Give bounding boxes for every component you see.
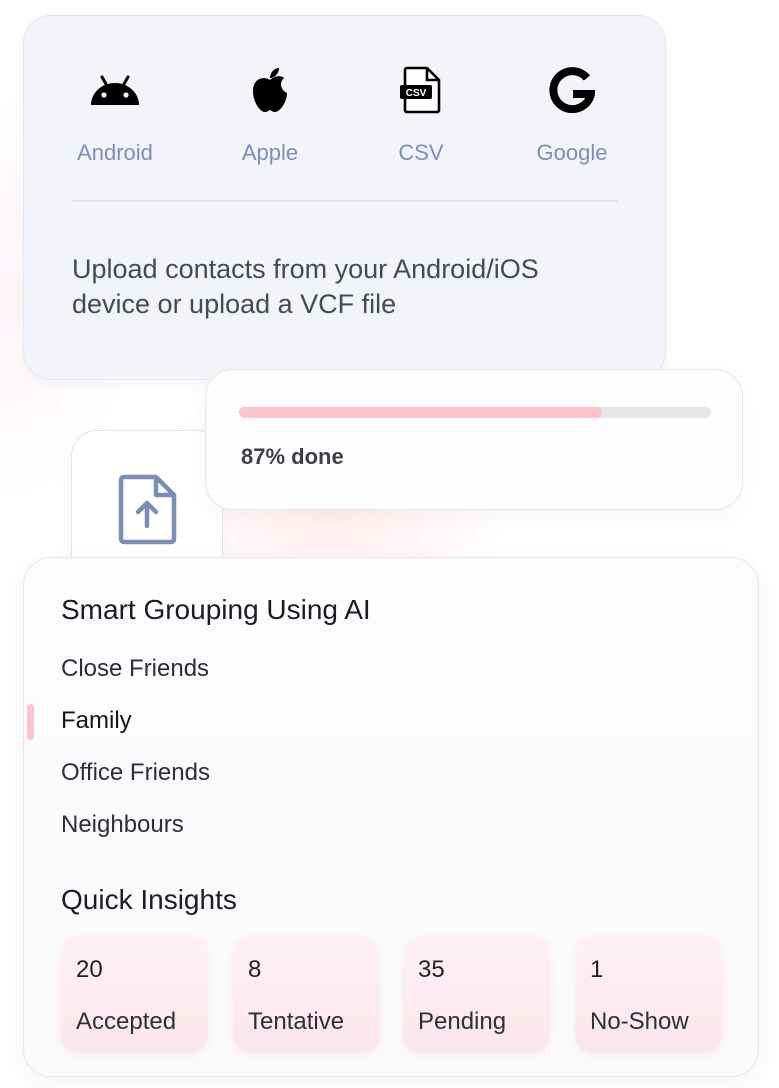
import-sources-card: Android Apple CSV CSV Google Upload cont…: [23, 15, 666, 380]
insight-label: Pending: [418, 1008, 507, 1035]
apple-icon: [195, 60, 345, 120]
upload-progress-card: 87% done: [205, 369, 743, 510]
grouping-title: Smart Grouping Using AI: [61, 594, 371, 625]
source-list: Android Apple CSV CSV Google: [24, 16, 665, 186]
description-line: device or upload a VCF file: [72, 289, 397, 319]
source-google[interactable]: Google: [497, 60, 647, 166]
insights-title: Quick Insights: [61, 884, 237, 915]
source-label: CSV: [398, 140, 444, 165]
insight-pending[interactable]: 35 Pending: [403, 936, 550, 1053]
google-icon: [497, 60, 647, 120]
description-line: Upload contacts from your Android/iOS: [72, 254, 539, 284]
source-label: Apple: [241, 140, 299, 165]
insight-label: No-Show: [590, 1008, 689, 1035]
file-upload-icon: [116, 473, 180, 550]
csv-badge-text: CSV: [406, 88, 427, 99]
smart-grouping-card: Smart Grouping Using AI Close Friends Fa…: [23, 557, 759, 1077]
active-group-indicator: [27, 704, 34, 740]
insight-value: 35: [418, 956, 445, 983]
progress-status: 87% done: [241, 444, 344, 469]
csv-file-icon: CSV: [346, 60, 496, 120]
insight-value: 20: [76, 956, 103, 983]
insight-value: 8: [248, 956, 262, 983]
insight-no-show[interactable]: 1 No-Show: [575, 936, 722, 1053]
import-description: Upload contacts from your Android/iOS de…: [72, 252, 632, 322]
source-android[interactable]: Android: [40, 60, 190, 166]
group-item-close-friends[interactable]: Close Friends: [61, 655, 209, 683]
group-item-family[interactable]: Family: [61, 707, 132, 735]
insight-tentative[interactable]: 8 Tentative: [233, 936, 380, 1053]
group-item-neighbours[interactable]: Neighbours: [61, 811, 184, 839]
group-item-office-friends[interactable]: Office Friends: [61, 759, 210, 787]
divider: [72, 200, 618, 202]
android-icon: [40, 60, 190, 120]
progress-track: [239, 407, 711, 418]
source-csv[interactable]: CSV CSV: [346, 60, 496, 166]
insight-accepted[interactable]: 20 Accepted: [61, 936, 208, 1053]
insight-label: Accepted: [76, 1008, 177, 1035]
source-label: Android: [77, 140, 153, 165]
insight-label: Tentative: [248, 1008, 345, 1035]
progress-fill: [239, 407, 603, 418]
insight-value: 1: [590, 956, 604, 983]
source-apple[interactable]: Apple: [195, 60, 345, 166]
source-label: Google: [536, 140, 608, 165]
